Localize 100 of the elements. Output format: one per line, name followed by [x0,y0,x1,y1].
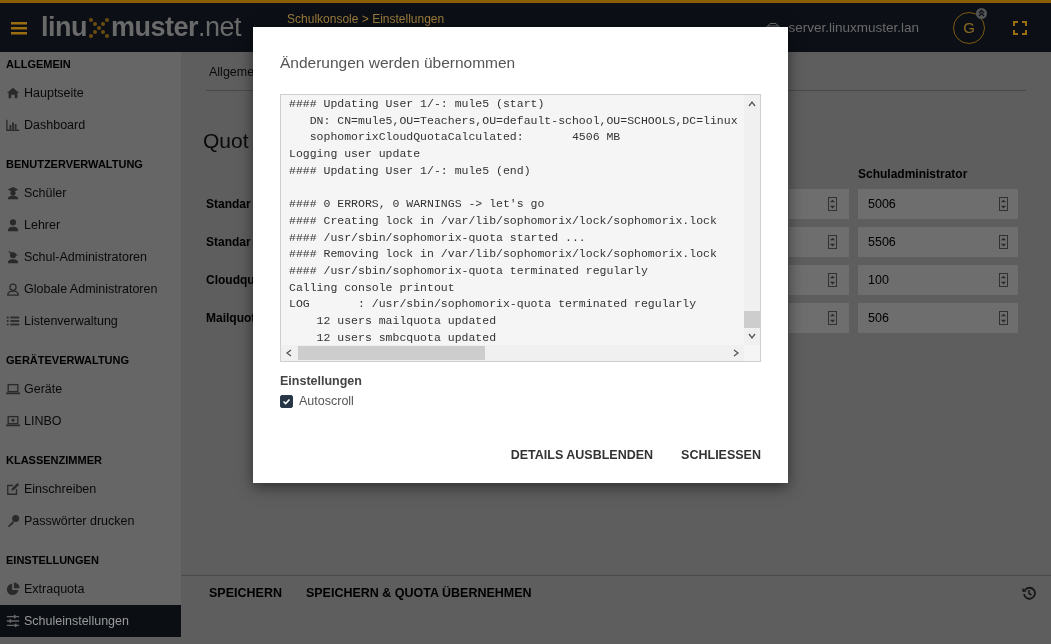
chevron-up-icon [976,7,987,19]
log-line: #### 0 ERRORS, 0 WARNINGS -> let's go [289,196,546,213]
log-line: DN: CN=mule5,OU=Teachers,OU=default-school,OU=SCHOOLS,DC=linux [308,112,739,129]
log-line: #### Creating lock in /var/lib/sophomorix/lock/sophomorix.lock [289,212,718,229]
laptop-icon [6,382,20,396]
section-title: EINSTELLUNGEN [5,554,100,567]
home-icon [6,86,20,100]
sidebar-item[interactable]: Extraquota [0,573,181,605]
log-line: sophomorixCloudQuotaCalculated: 4506 MB [308,129,622,146]
pie-chart-icon [6,582,20,596]
number-field[interactable]: 506 [858,303,1018,333]
bar-chart-icon [6,118,20,132]
sidebar-item-label: LINBO [24,414,62,428]
sidebar-item-label: Lehrer [24,218,61,232]
chevron-left-icon[interactable] [285,349,293,357]
server-name: server.linuxmuster.lan [788,20,919,35]
sidebar-item-label: Globale Administratoren [24,282,158,296]
logo-text: muster [111,12,199,43]
number-field[interactable]: 5006 [858,189,1018,219]
number-field[interactable] [789,227,849,257]
number-field[interactable]: 100 [858,265,1018,295]
number-field[interactable]: 5506 [858,227,1018,257]
chevron-right-icon[interactable] [732,349,740,357]
sidebar-item[interactable]: Schul-Administratoren [0,241,181,273]
dialog-button[interactable]: SCHLIESSEN [671,442,771,468]
sidebar-item-label: Einschreiben [24,482,97,496]
sidebar-item-label: Schul-Administratoren [24,250,147,264]
section-title: GERÄTEVERWALTUNG [5,354,131,367]
chevron-down-icon[interactable] [748,332,756,340]
edit-icon [6,482,20,496]
footer-button[interactable]: SPEICHERN & QUOTA ÜBERNEHMEN [305,586,532,600]
logo-suffix: .net [198,12,242,43]
section-title: KLASSENZIMMER [5,454,103,467]
sidebar-item[interactable]: Schüler [0,177,181,209]
dialog-title: Änderungen werden übernommen [280,54,517,73]
tab[interactable]: Allgeme [206,65,255,90]
settings-label: Einstellungen [280,374,363,388]
admin-icon [6,282,20,296]
spinner-icon[interactable] [828,273,837,287]
section-title: ALLGEMEIN [5,58,72,71]
sidebar-item-label: Passwörter drucken [24,514,135,528]
number-field[interactable] [789,265,849,295]
section-title: BENUTZERVERWALTUNG [5,158,144,171]
sidebar-item[interactable]: Globale Administratoren [0,273,181,305]
history-icon[interactable] [1022,586,1036,600]
logo-text: linu [41,12,87,43]
spinner-icon[interactable] [999,273,1008,287]
row-label: Standar [206,235,251,249]
sidebar-item-label: Schüler [24,186,67,200]
spinner-icon[interactable] [828,197,837,211]
row-label: Cloudqu [206,273,255,287]
checkbox[interactable] [280,394,293,408]
sidebar-item[interactable]: Hauptseite [0,77,181,109]
spinner-icon[interactable] [828,235,837,249]
spinner-icon[interactable] [999,311,1008,325]
checkbox-label: Autoscroll [299,394,354,408]
sidebar-item-label: Schuleinstellungen [24,614,129,628]
sidebar-item[interactable]: Einschreiben [0,473,181,505]
log-line: #### Removing lock in /var/lib/sophomorix/lock/sophomorix.lock [289,246,718,263]
scrollbar-thumb[interactable] [744,311,760,328]
sidebar-item-label: Listenverwaltung [24,314,118,328]
laptop-icon [6,414,20,428]
sidebar-item[interactable]: LINBO [0,405,181,437]
fullscreen-icon[interactable] [1013,20,1027,35]
vertical-scrollbar[interactable] [744,95,760,345]
column-header: Schuladministrator [858,167,969,181]
footer-button[interactable]: SPEICHERN [209,586,282,600]
log-line: #### /usr/sbin/sophomorix-quota started ... [289,229,587,246]
sidebar-item[interactable]: Listenverwaltung [0,305,181,337]
dialog-button[interactable]: DETAILS AUSBLENDEN [500,442,664,468]
admin-icon [6,250,20,264]
sidebar-item[interactable]: Dashboard [0,109,181,141]
sidebar-item-label: Dashboard [24,118,86,132]
chevron-up-icon[interactable] [748,100,756,108]
log-line: Logging user update [289,146,422,163]
spinner-icon[interactable] [999,197,1008,211]
sidebar-item[interactable]: Lehrer [0,209,181,241]
scrollbar-thumb[interactable] [298,346,485,360]
list-icon [6,314,20,328]
section-heading: Quot [203,129,249,154]
sliders-icon [6,614,20,628]
log-line: #### Updating User 1/-: mule5 (end) [289,162,532,179]
sidebar-item-label: Geräte [24,382,63,396]
log-line: LOG : /usr/sbin/sophomorix-quota terminated regularly [289,296,698,313]
log-line: #### /usr/sbin/sophomorix-quota terminated regularly [289,262,649,279]
row-label: Standar [206,197,251,211]
breadcrumb: Schulkonsole > Einstellungen [287,12,445,26]
sidebar-item[interactable]: Schuleinstellungen [0,605,181,637]
menu-icon[interactable] [11,20,27,35]
spinner-icon[interactable] [999,235,1008,249]
log-line: #### Updating User 1/-: mule5 (start) [289,96,546,112]
sidebar-item[interactable]: Passwörter drucken [0,505,181,537]
key-icon [6,514,20,528]
sidebar-item[interactable]: Geräte [0,373,181,405]
log-line: 12 users mailquota updated [315,312,498,329]
sidebar-item-label: Extraquota [24,582,85,596]
spinner-icon[interactable] [828,311,837,325]
number-field[interactable] [789,189,849,219]
number-field[interactable] [789,303,849,333]
user-icon [6,218,20,232]
